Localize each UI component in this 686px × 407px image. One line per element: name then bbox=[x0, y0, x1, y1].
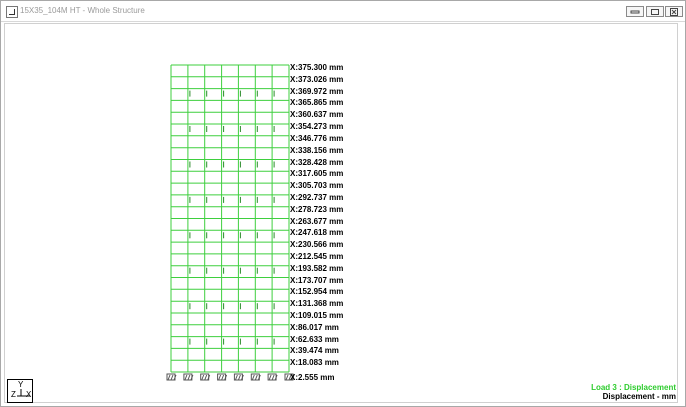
fixed-support-icon bbox=[217, 373, 228, 381]
displacement-label: X:2.555 mm bbox=[290, 373, 335, 382]
displacement-label: X:173.707 mm bbox=[290, 275, 344, 285]
axis-y-label: Y bbox=[18, 380, 24, 389]
displacement-label: X:131.368 mm bbox=[290, 299, 344, 309]
displacement-label: X:247.618 mm bbox=[290, 228, 344, 238]
displacement-label: X:292.737 mm bbox=[290, 192, 344, 202]
displacement-label: X:86.017 mm bbox=[290, 322, 339, 332]
displacement-label: X:152.954 mm bbox=[290, 287, 344, 297]
displacement-label: X:18.083 mm bbox=[290, 358, 339, 368]
axis-z-label: Z bbox=[11, 390, 16, 399]
displacement-label: X:305.703 mm bbox=[290, 181, 344, 191]
units-legend: Displacement - mm bbox=[602, 392, 676, 401]
displacement-label: X:230.566 mm bbox=[290, 240, 344, 250]
axis-x-label: X bbox=[26, 390, 32, 399]
displacement-label: X:373.026 mm bbox=[290, 74, 344, 84]
displacement-label: X:360.637 mm bbox=[290, 110, 344, 120]
displacement-label: X:365.865 mm bbox=[290, 98, 344, 108]
displacement-label: X:338.156 mm bbox=[290, 145, 344, 155]
load-case-legend: Load 3 : Displacement bbox=[591, 383, 676, 392]
displacement-label: X:328.428 mm bbox=[290, 157, 344, 167]
displacement-label: X:109.015 mm bbox=[290, 311, 344, 320]
displacement-label: X:369.972 mm bbox=[290, 86, 344, 96]
fixed-support-icon bbox=[166, 373, 177, 381]
displacement-label: X:62.633 mm bbox=[290, 334, 339, 344]
displacement-label: X:212.545 mm bbox=[290, 251, 344, 261]
displacement-label: X:375.300 mm bbox=[290, 63, 344, 72]
displacement-label: X:263.677 mm bbox=[290, 216, 344, 226]
displacement-label: X:346.776 mm bbox=[290, 133, 344, 143]
axis-triad: Y Z X bbox=[7, 379, 33, 403]
fixed-support-icon bbox=[183, 373, 194, 381]
displacement-label: X:278.723 mm bbox=[290, 204, 344, 214]
fixed-support-icon bbox=[267, 373, 278, 381]
displacement-label: X:193.582 mm bbox=[290, 263, 344, 273]
fixed-support-icon bbox=[233, 373, 244, 381]
displacement-label: X:39.474 mm bbox=[290, 346, 339, 356]
displacement-label: X:317.605 mm bbox=[290, 169, 344, 179]
fixed-support-icon bbox=[250, 373, 261, 381]
fixed-support-icon bbox=[200, 373, 211, 381]
displacement-label: X:354.273 mm bbox=[290, 122, 344, 131]
